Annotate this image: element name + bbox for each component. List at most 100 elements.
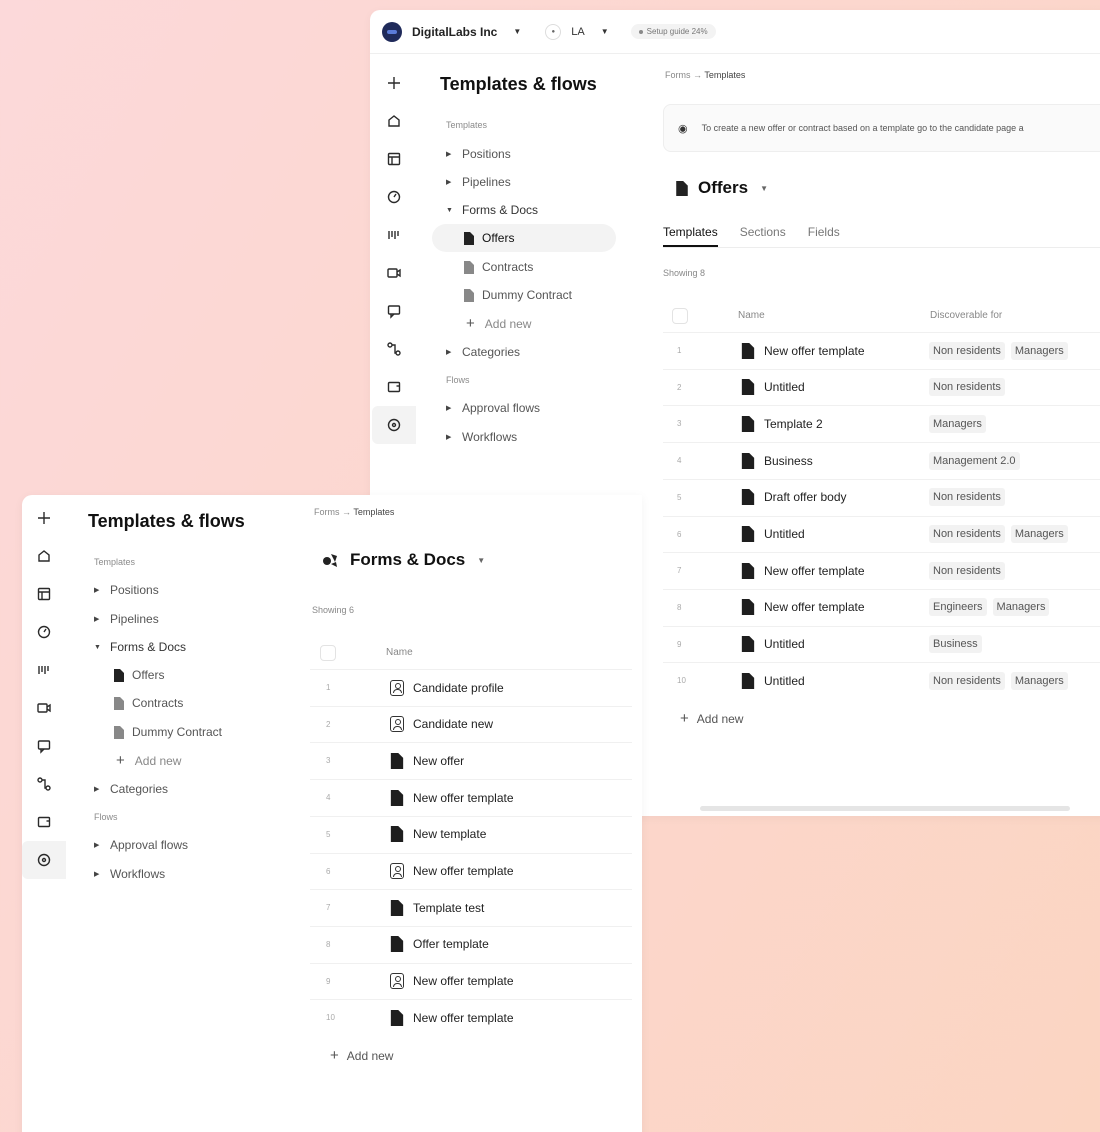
row-name[interactable]: Draft offer body [764,490,847,504]
chat-icon[interactable] [372,292,416,330]
home-icon[interactable] [22,537,66,575]
tab-templates[interactable]: Templates [663,225,718,247]
sidebar-item-contracts[interactable]: Contracts [114,696,183,710]
sidebar-item-offers[interactable]: Offers [114,668,164,682]
row-name[interactable]: New offer template [413,1011,514,1025]
sidebar-item-workflows[interactable]: ▶ Workflows [446,430,517,444]
row-name[interactable]: New offer template [764,344,865,358]
row-name[interactable]: Template 2 [764,417,823,431]
tab-sections[interactable]: Sections [740,225,786,247]
select-all-checkbox[interactable] [672,308,688,324]
table-row[interactable]: 10 Untitled Non residents Managers [663,662,1100,698]
table-row[interactable]: 7 New offer template Non residents [663,552,1100,588]
sidebar-item-categories[interactable]: ▶ Categories [94,782,168,796]
pipeline-icon[interactable] [372,216,416,254]
table-row[interactable]: 5 New template [310,815,632,852]
row-name[interactable]: Candidate profile [413,681,504,695]
sidebar-item-approval-flows[interactable]: ▶ Approval flows [94,838,188,852]
table-row[interactable]: 8 Offer template [310,925,632,962]
breadcrumb-parent[interactable]: Forms [665,70,691,80]
sidebar-item-forms-docs[interactable]: ▼ Forms & Docs [94,640,186,654]
table-row[interactable]: 1 Candidate profile [310,669,632,705]
horizontal-scrollbar[interactable] [700,806,1070,811]
row-name[interactable]: New offer [413,754,464,768]
plus-icon[interactable] [22,499,66,537]
video-icon[interactable] [22,689,66,727]
table-row[interactable]: 9 New offer template [310,962,632,999]
workflow-icon[interactable] [372,330,416,368]
add-new-button[interactable]: + Add new [680,710,743,727]
row-name[interactable]: Candidate new [413,717,493,731]
chevron-down-icon[interactable]: ▼ [601,27,609,36]
table-row[interactable]: 2 Candidate new [310,705,632,742]
table-row[interactable]: 8 New offer template Engineers Managers [663,588,1100,625]
sidebar-item-positions[interactable]: ▶ Positions [446,147,511,161]
row-name[interactable]: Business [764,454,813,468]
table-row[interactable]: 10 New offer template [310,999,632,1035]
sidebar-item-approval-flows[interactable]: ▶ Approval flows [446,401,540,415]
sidebar-item-positions[interactable]: ▶ Positions [94,583,159,597]
row-name[interactable]: Untitled [764,380,805,394]
page-title[interactable]: Offers ▼ [676,178,768,198]
row-name[interactable]: Untitled [764,674,805,688]
org-name[interactable]: DigitalLabs Inc [412,25,497,39]
table-row[interactable]: 7 Template test [310,889,632,925]
table-row[interactable]: 3 New offer [310,742,632,778]
sidebar-item-dummy-contract[interactable]: Dummy Contract [114,725,222,739]
table-row[interactable]: 4 New offer template [310,779,632,815]
table-row[interactable]: 6 Untitled Non residents Managers [663,515,1100,552]
row-name[interactable]: New offer template [764,600,865,614]
sidebar-item-offers[interactable]: Offers [464,231,514,245]
sidebar-add-new[interactable]: + Add new [466,315,531,332]
sidebar-item-dummy-contract[interactable]: Dummy Contract [464,288,572,302]
column-header-name[interactable]: Name [738,310,765,321]
row-name[interactable]: Untitled [764,527,805,541]
dashboard-icon[interactable] [22,613,66,651]
row-name[interactable]: New offer template [764,564,865,578]
settings-icon[interactable] [22,841,66,879]
home-icon[interactable] [372,102,416,140]
chat-icon[interactable] [22,727,66,765]
table-row[interactable]: 1 New offer template Non residents Managers [663,332,1100,368]
column-header-name[interactable]: Name [386,647,413,658]
video-icon[interactable] [372,254,416,292]
card-icon[interactable] [372,368,416,406]
plus-icon[interactable] [372,64,416,102]
chevron-down-icon[interactable]: ▼ [513,27,521,36]
layout-icon[interactable] [22,575,66,613]
row-name[interactable]: Template test [413,901,484,915]
dashboard-icon[interactable] [372,178,416,216]
table-row[interactable]: 4 Business Management 2.0 [663,442,1100,478]
sidebar-item-workflows[interactable]: ▶ Workflows [94,867,165,881]
sidebar-item-pipelines[interactable]: ▶ Pipelines [94,612,159,626]
table-row[interactable]: 2 Untitled Non residents [663,368,1100,405]
row-name[interactable]: Untitled [764,637,805,651]
sidebar-item-forms-docs[interactable]: ▼ Forms & Docs [446,203,538,217]
row-name[interactable]: New offer template [413,791,514,805]
add-new-button[interactable]: + Add new [330,1047,393,1064]
row-name[interactable]: New template [413,827,486,841]
sidebar-item-categories[interactable]: ▶ Categories [446,345,520,359]
table-row[interactable]: 9 Untitled Business [663,625,1100,662]
settings-icon[interactable] [372,406,416,444]
pipeline-icon[interactable] [22,651,66,689]
layout-icon[interactable] [372,140,416,178]
table-row[interactable]: 3 Template 2 Managers [663,405,1100,441]
row-name[interactable]: New offer template [413,864,514,878]
card-icon[interactable] [22,803,66,841]
setup-guide-badge[interactable]: Setup guide 24% [630,24,716,39]
table-row[interactable]: 5 Draft offer body Non residents [663,478,1100,515]
select-all-checkbox[interactable] [320,645,336,661]
location-selector[interactable]: LA [571,26,584,38]
page-title[interactable]: Forms & Docs ▼ [322,550,485,570]
tab-fields[interactable]: Fields [808,225,840,247]
row-name[interactable]: Offer template [413,937,489,951]
sidebar-item-contracts[interactable]: Contracts [464,260,533,274]
table-row[interactable]: 6 New offer template [310,852,632,889]
sidebar-item-pipelines[interactable]: ▶ Pipelines [446,175,511,189]
workflow-icon[interactable] [22,765,66,803]
row-name[interactable]: New offer template [413,974,514,988]
column-header-discoverable[interactable]: Discoverable for [930,310,1002,321]
breadcrumb-parent[interactable]: Forms [314,507,340,517]
sidebar-add-new[interactable]: + Add new [116,752,181,769]
